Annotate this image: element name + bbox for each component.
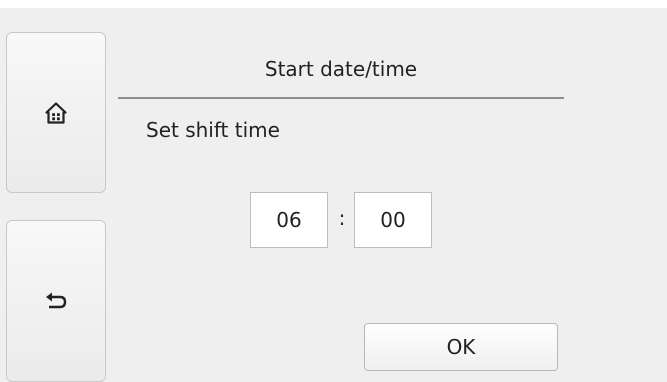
back-arrow-icon (46, 292, 67, 309)
minutes-value: 00 (380, 208, 406, 232)
title-divider (118, 97, 564, 99)
home-button[interactable] (6, 32, 106, 193)
printer-screen: Start date/time Set shift time 06 : 00 O… (0, 0, 667, 382)
screen-panel: Start date/time Set shift time 06 : 00 O… (0, 8, 667, 382)
setting-prompt: Set shift time (146, 118, 280, 142)
home-icon (45, 101, 67, 124)
ok-button[interactable]: OK (364, 323, 558, 371)
hours-value: 06 (276, 208, 302, 232)
time-separator: : (338, 206, 346, 230)
ok-button-label: OK (446, 335, 476, 359)
page-title: Start date/time (264, 57, 418, 81)
back-button[interactable] (6, 220, 106, 382)
hours-field[interactable]: 06 (250, 192, 328, 248)
minutes-field[interactable]: 00 (354, 192, 432, 248)
